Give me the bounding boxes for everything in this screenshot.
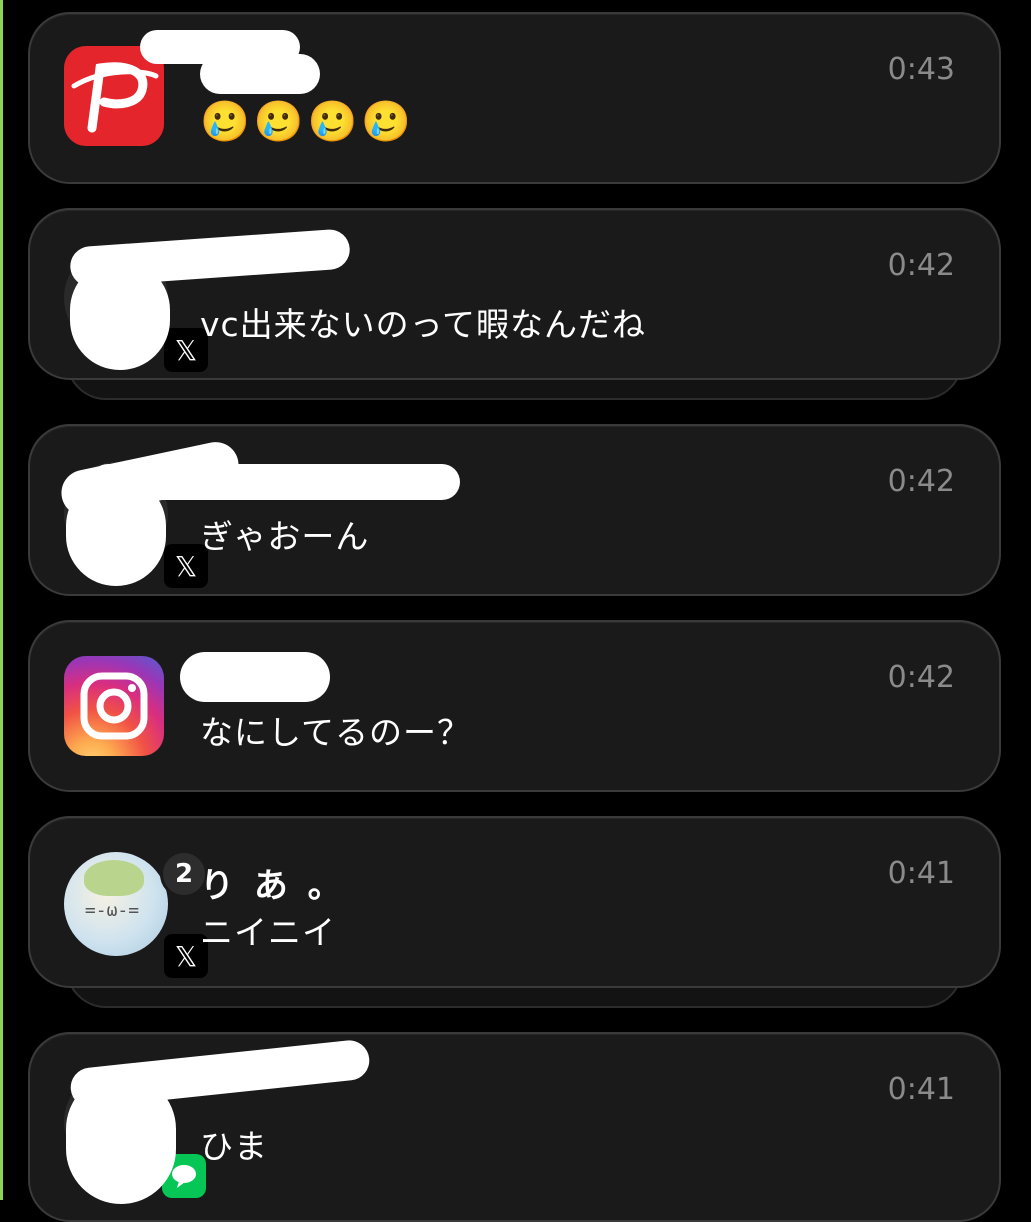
redaction-mark [66,476,166,586]
notification-time: 0:41 [887,1072,955,1107]
avatar-hat [84,860,144,896]
notification-body: vc出来ないのって暇なんだね [200,305,647,344]
notification-card[interactable]: 🥲🥲🥲🥲 0:43 [28,12,1001,184]
avatar-face: =-ω-= [84,900,140,921]
notification-body: なにしてるのー？ [200,713,472,752]
notification-instagram[interactable]: なにしてるのー？ 0:42 [28,620,1001,792]
notification-body: 🥲🥲🥲🥲 [200,99,416,145]
notification-card[interactable]: 𝕏 ぎゃおーん 0:42 [28,424,1001,596]
notification-card[interactable]: なにしてるのー？ 0:42 [28,620,1001,792]
redaction-mark [180,652,330,702]
notification-card[interactable]: =-ω-= 2 𝕏 り あ 。 ニイニイ 0:41 [28,816,1001,988]
notification-body: ニイニイ [200,913,336,952]
notification-card[interactable]: 𝕏 vc出来ないのって暇なんだね 0:42 [28,208,1001,380]
notification-line[interactable]: ひま 0:41 [28,1032,1001,1222]
notification-x[interactable]: 𝕏 vc出来ないのって暇なんだね 0:42 [28,208,1001,400]
notification-time: 0:42 [887,464,955,499]
redaction-mark [70,260,170,370]
instagram-icon [64,656,164,756]
notification-card[interactable]: ひま 0:41 [28,1032,1001,1222]
notification-time: 0:43 [887,52,955,87]
notification-body: ひま [200,1127,268,1166]
notification-time: 0:41 [887,856,955,891]
frame-edge [0,0,3,1200]
notification-x[interactable]: 𝕏 ぎゃおーん 0:42 [28,424,1001,596]
redaction-mark [200,54,320,94]
notification-x[interactable]: =-ω-= 2 𝕏 り あ 。 ニイニイ 0:41 [28,816,1001,1008]
notification-paypay[interactable]: 🥲🥲🥲🥲 0:43 [28,12,1001,184]
avatar: =-ω-= [64,852,168,956]
notification-time: 0:42 [887,248,955,283]
notification-title: り あ 。 [200,866,346,906]
redaction-mark [66,1074,176,1204]
notification-body: ぎゃおーん [200,517,370,556]
notification-time: 0:42 [887,660,955,695]
